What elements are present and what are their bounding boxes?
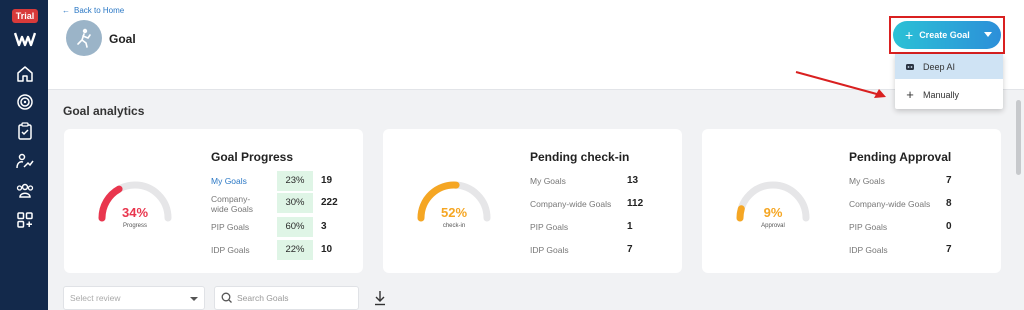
row-label: IDP Goals — [211, 245, 250, 255]
card-title: Pending check-in — [530, 150, 630, 164]
row-label: IDP Goals — [530, 245, 569, 255]
apps-icon[interactable] — [15, 210, 35, 230]
row-label: PIP Goals — [849, 222, 888, 232]
gauge-value: 52% — [440, 205, 468, 220]
menu-item-label: Deep AI — [923, 61, 956, 72]
gauge-label: Approval — [761, 223, 785, 229]
create-goal-label: Create Goal — [919, 30, 970, 40]
row-label: Company-wide Goals — [211, 194, 254, 214]
create-goal-dropdown: Deep AI + Manually — [895, 54, 1003, 109]
card-title: Goal Progress — [211, 150, 294, 164]
robot-icon — [905, 62, 915, 72]
create-goal-button[interactable]: + Create Goal — [893, 21, 1001, 49]
logo-icon[interactable] — [14, 31, 36, 47]
goal-count: 112 — [627, 198, 644, 209]
goal-count: 3 — [321, 221, 327, 232]
chevron-down-icon — [190, 297, 198, 301]
select-review-placeholder: Select review — [70, 293, 121, 303]
page-title: Goal — [109, 32, 136, 46]
gauge-value: 9% — [763, 205, 783, 220]
pct-badge: 30% — [277, 193, 313, 213]
card-title: Pending Approval — [849, 150, 952, 164]
search-icon — [221, 292, 232, 303]
checkin-gauge: 52% check-in — [415, 179, 493, 235]
row-label: Company-wide Goals — [530, 199, 612, 209]
gauge-value: 34% — [121, 205, 149, 220]
gauge-label: Progress — [122, 223, 147, 229]
goal-count: 7 — [946, 244, 952, 255]
row-label: IDP Goals — [849, 245, 888, 255]
goal-figure-icon — [77, 28, 91, 48]
goal-count: 10 — [321, 244, 333, 255]
row-label: PIP Goals — [530, 222, 569, 232]
search-input[interactable] — [237, 293, 347, 303]
pending-approval-card: Pending Approval 9% Approval My Goals 7 … — [702, 129, 1001, 273]
scrollbar[interactable] — [1016, 100, 1021, 175]
goal-count: 7 — [946, 175, 952, 186]
section-title: Goal analytics — [63, 104, 145, 118]
row-label: Company-wide Goals — [849, 199, 931, 209]
home-icon[interactable] — [15, 64, 35, 84]
back-to-home-link[interactable]: ← Back to Home — [62, 6, 124, 15]
search-goals-box — [214, 286, 359, 310]
goal-count: 19 — [321, 175, 333, 186]
back-label: Back to Home — [74, 6, 125, 15]
clipboard-icon[interactable] — [15, 121, 35, 141]
select-review-dropdown[interactable]: Select review — [63, 286, 205, 310]
goal-count: 7 — [627, 244, 633, 255]
my-goals-link[interactable]: My Goals — [211, 176, 247, 186]
arrow-left-icon: ← — [62, 6, 70, 15]
pending-checkin-card: Pending check-in 52% check-in My Goals 1… — [383, 129, 682, 273]
row-label: My Goals — [849, 176, 885, 186]
goal-avatar — [66, 20, 102, 56]
pct-badge: 60% — [277, 217, 313, 237]
team-icon[interactable] — [15, 180, 35, 200]
row-label: PIP Goals — [211, 222, 250, 232]
pct-badge: 23% — [277, 171, 313, 191]
goal-count: 0 — [946, 221, 952, 232]
row-label: My Goals — [530, 176, 566, 186]
sidebar: Trial — [0, 0, 48, 310]
download-icon[interactable] — [373, 290, 387, 306]
pct-badge: 22% — [277, 240, 313, 260]
goal-progress-card: Goal Progress 34% Progress My Goals 23% … — [64, 129, 363, 273]
trial-badge: Trial — [12, 9, 38, 23]
annotation-arrow — [795, 71, 886, 98]
target-icon[interactable] — [15, 92, 35, 112]
goal-count: 8 — [946, 198, 952, 209]
plus-icon: + — [905, 27, 914, 43]
goal-count: 13 — [627, 175, 639, 186]
goal-count: 222 — [321, 197, 338, 208]
menu-item-deep-ai[interactable]: Deep AI — [895, 54, 1003, 79]
menu-item-manually[interactable]: + Manually — [895, 82, 1003, 107]
progress-gauge: 34% Progress — [96, 179, 174, 235]
approval-gauge: 9% Approval — [734, 179, 812, 235]
gauge-label: check-in — [442, 223, 466, 229]
plus-icon: + — [906, 87, 914, 102]
goal-count: 1 — [627, 221, 633, 232]
chevron-down-icon[interactable] — [984, 32, 992, 37]
growth-icon[interactable] — [15, 151, 35, 171]
menu-item-label: Manually — [923, 89, 960, 100]
